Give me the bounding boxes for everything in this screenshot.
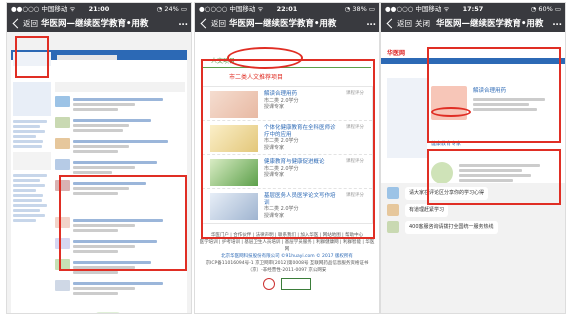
phone-screenshot-1: ●●○○○ 中国移动 ᯤ 21:00 ◔ 24% ▭ 返回 华医网—继续医学教育•… bbox=[6, 2, 192, 314]
wechat-navbar: 返回 关闭 华医网—继续医学教育•用教 ... bbox=[381, 15, 565, 32]
list-item[interactable] bbox=[55, 159, 185, 176]
chevron-left-icon[interactable] bbox=[12, 18, 23, 28]
chevron-left-icon[interactable] bbox=[200, 18, 211, 28]
more-menu-button[interactable]: ... bbox=[363, 15, 376, 32]
trust-badges bbox=[195, 278, 379, 290]
security-badge-icon bbox=[281, 278, 311, 290]
phone-screenshot-3: ●●○○○ 中国移动 ᯤ 17:57 ◔ 60% ▭ 返回 关闭 华医网—继续医学教… bbox=[380, 2, 566, 314]
highlight-box-course bbox=[427, 47, 561, 143]
status-bar: ●●○○○ 中国移动 ᯤ 17:57 ◔ 60% ▭ bbox=[381, 3, 565, 15]
avatar bbox=[387, 204, 399, 216]
list-item: 有道理赶紧学习 bbox=[381, 204, 565, 221]
highlight-box-discussion bbox=[427, 149, 561, 205]
list-item: 400客服咨询请拨打全国统一服务热线 bbox=[381, 221, 565, 238]
highlight-box-list bbox=[201, 59, 375, 239]
list-item[interactable] bbox=[55, 138, 185, 155]
avatar bbox=[387, 221, 399, 233]
login-panel[interactable] bbox=[13, 82, 51, 116]
sidebar-ad bbox=[13, 152, 51, 170]
avatar bbox=[387, 187, 399, 199]
battery-indicator: ◔ 38% ▭ bbox=[344, 5, 375, 13]
police-badge-icon bbox=[263, 278, 275, 290]
list-item[interactable] bbox=[55, 96, 185, 113]
site-search-input[interactable] bbox=[57, 55, 117, 60]
user-panel[interactable] bbox=[387, 78, 427, 158]
more-menu-button[interactable]: ... bbox=[175, 15, 188, 32]
list-item[interactable] bbox=[55, 280, 185, 297]
highlight-oval-teacher bbox=[431, 107, 471, 117]
status-bar: ●○○○○ 中国移动 ᯤ 22:01 ◔ 38% ▭ bbox=[195, 3, 379, 15]
footer-copyright: 北京华医网科技股份有限公司 ©91huayi.com © 2017 版权所有 bbox=[221, 254, 353, 259]
status-bar: ●●○○○ 中国移动 ᯤ 21:00 ◔ 24% ▭ bbox=[7, 3, 191, 15]
main-tabs[interactable] bbox=[55, 82, 185, 92]
back-button[interactable]: 返回 bbox=[211, 19, 226, 28]
back-button[interactable]: 返回 bbox=[23, 19, 38, 28]
footer-license: 京ICP备11016094号-1 京卫网审[2012]第0008号 互联网药品信… bbox=[205, 261, 369, 273]
site-logo[interactable]: 华医网 bbox=[387, 48, 405, 57]
comment-text: 有道理赶紧学习 bbox=[405, 204, 449, 217]
battery-indicator: ◔ 60% ▭ bbox=[530, 5, 561, 13]
more-menu-button[interactable]: ... bbox=[549, 15, 562, 32]
footer-services[interactable]: 医学培训 | 护考培训 | 基层卫生人员培训 | 基层学员服务 | 利群健康网 … bbox=[199, 239, 375, 253]
chevron-left-icon[interactable] bbox=[386, 18, 397, 28]
battery-indicator: ◔ 24% ▭ bbox=[156, 5, 187, 13]
wechat-navbar: 返回 华医网—继续医学教育•用教 ... bbox=[7, 15, 191, 32]
bottom-toggle[interactable] bbox=[95, 312, 121, 313]
page-title: 华医网—继续医学教育•用教 bbox=[229, 19, 337, 29]
list-item[interactable] bbox=[55, 117, 185, 134]
highlight-box-login bbox=[15, 36, 49, 78]
back-button[interactable]: 返回 bbox=[397, 19, 412, 28]
page-title: 华医网—继续医学教育•用教 bbox=[436, 19, 544, 29]
close-button[interactable]: 关闭 bbox=[415, 19, 430, 28]
highlight-box-courses bbox=[59, 175, 187, 271]
phone-screenshot-2: ●○○○○ 中国移动 ᯤ 22:01 ◔ 38% ▭ 返回 华医网—继续医学教育•… bbox=[194, 2, 380, 314]
wechat-navbar: 返回 华医网—继续医学教育•用教 ... bbox=[195, 15, 379, 32]
site-sidebar bbox=[13, 82, 51, 224]
comment-text: 400客服咨询请拨打全国统一服务热线 bbox=[405, 221, 498, 234]
page-title: 华医网—继续医学教育•用教 bbox=[41, 19, 149, 29]
